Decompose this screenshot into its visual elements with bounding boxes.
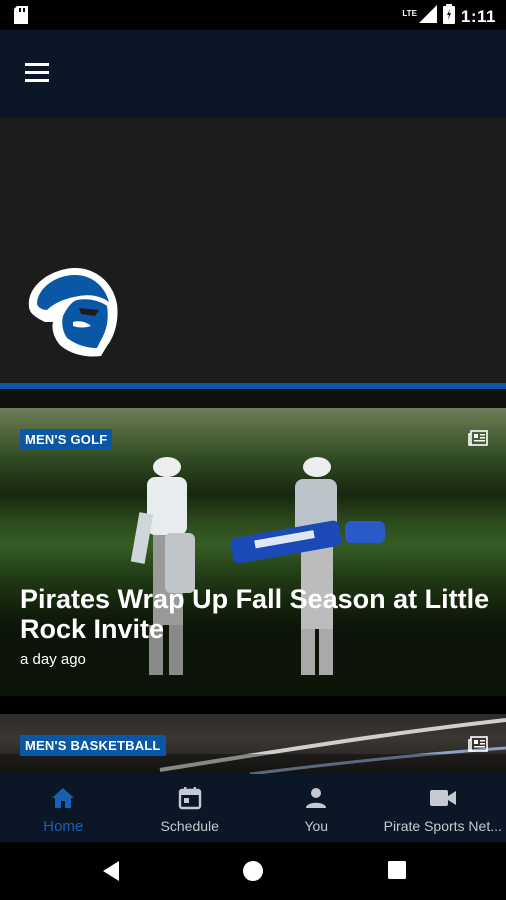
nav-home[interactable]: Home [0, 774, 127, 842]
home-circle-icon[interactable] [242, 860, 264, 882]
nav-label: Schedule [160, 818, 219, 834]
calendar-icon [178, 787, 201, 810]
bottom-navigation: Home Schedule You Pirate Sports Net... [0, 774, 506, 842]
recents-icon[interactable] [387, 860, 407, 880]
nav-pirate-sports-network[interactable]: Pirate Sports Net... [380, 774, 506, 842]
person-icon [306, 788, 327, 808]
nav-schedule[interactable]: Schedule [127, 774, 254, 842]
signal-icon [418, 5, 437, 28]
story-headline[interactable]: Pirates Wrap Up Fall Season at Little Ro… [20, 584, 490, 644]
network-type: LTE [402, 8, 417, 18]
video-camera-icon [429, 790, 456, 806]
home-icon [52, 788, 75, 808]
battery-icon [442, 4, 455, 29]
app-bar [0, 30, 506, 118]
nav-label: You [304, 818, 329, 834]
clock: 1:11 [460, 6, 496, 26]
news-article-icon [468, 736, 488, 752]
sd-card-icon [14, 6, 28, 29]
nav-you[interactable]: You [253, 774, 380, 842]
nav-label: Pirate Sports Net... [383, 818, 502, 834]
hero-banner [0, 118, 506, 386]
story-card[interactable]: MEN'S BASKETBALL [0, 714, 506, 774]
feed-spacer [0, 389, 506, 408]
golfers-photo [130, 457, 385, 675]
nav-label: Home [43, 818, 84, 835]
pirate-logo-icon [28, 267, 118, 357]
story-timestamp: a day ago [20, 651, 86, 668]
sport-tag[interactable]: MEN'S BASKETBALL [20, 735, 166, 756]
status-bar: LTE 1:11 [0, 0, 506, 30]
system-navigation-bar [0, 842, 506, 900]
sport-tag[interactable]: MEN'S GOLF [20, 429, 113, 450]
story-card[interactable]: MEN'S GOLF Pirates Wrap Up Fall Season a… [0, 408, 506, 696]
back-icon[interactable] [101, 860, 121, 882]
hamburger-menu-icon[interactable] [25, 63, 53, 85]
news-article-icon [468, 430, 488, 446]
